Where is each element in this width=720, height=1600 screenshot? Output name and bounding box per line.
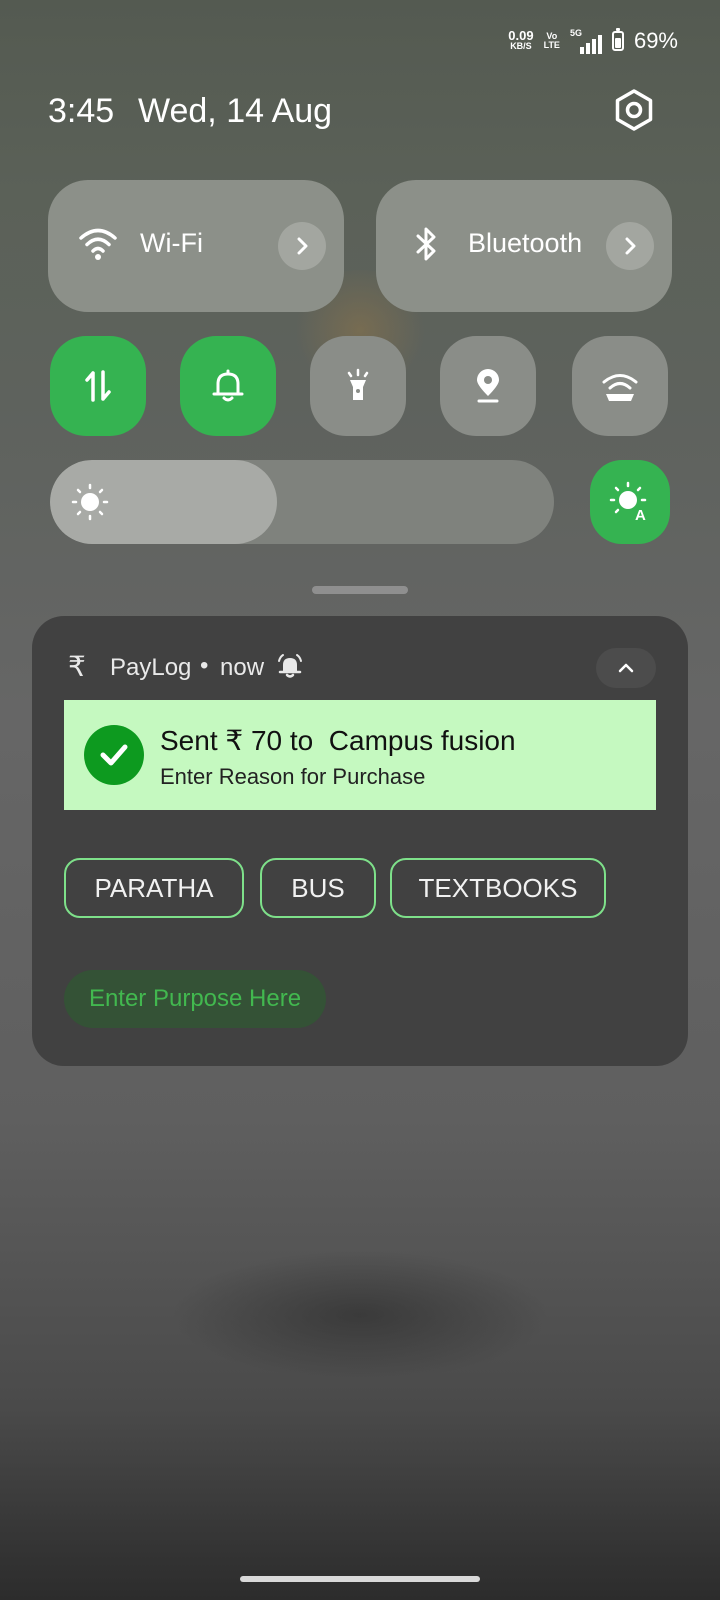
bell-icon	[212, 369, 244, 402]
location-toggle[interactable]	[440, 336, 536, 436]
chevron-right-icon	[297, 237, 308, 255]
brightness-icon	[70, 482, 110, 522]
bluetooth-tile[interactable]: Bluetooth	[376, 180, 672, 312]
bluetooth-icon	[406, 224, 446, 264]
mobile-data-icon	[85, 370, 111, 402]
auto-brightness-icon: A	[609, 481, 647, 524]
wifi-icon	[78, 224, 118, 264]
network-speed-value: 0.09	[508, 28, 534, 43]
home-indicator[interactable]	[240, 1576, 480, 1582]
wifi-label: Wi-Fi	[140, 228, 203, 258]
chip-paratha[interactable]: PARATHA	[64, 858, 244, 918]
battery-icon	[611, 28, 624, 51]
gear-icon[interactable]	[612, 88, 656, 132]
hotspot-toggle[interactable]	[572, 336, 668, 436]
volte-indicator: Vo LTE	[544, 32, 560, 50]
svg-text:A: A	[635, 507, 646, 524]
notification-time: now	[220, 654, 265, 681]
separator-dot: •	[200, 652, 209, 679]
bluetooth-details-button[interactable]	[606, 222, 654, 270]
flashlight-toggle[interactable]	[310, 336, 406, 436]
network-type: 5G	[569, 28, 582, 38]
app-icon: ₹	[68, 651, 86, 682]
notification-card[interactable]: ₹ PayLog • now Sent ₹ 70 to Campus fusio…	[32, 616, 688, 1066]
auto-brightness-toggle[interactable]: A	[590, 460, 670, 544]
network-speed: 0.09 KB/S	[508, 28, 534, 52]
alert-bell-icon	[276, 652, 304, 680]
sound-toggle[interactable]	[180, 336, 276, 436]
chevron-up-icon	[618, 663, 634, 673]
collapse-button[interactable]	[596, 648, 656, 688]
chip-bus[interactable]: BUS	[260, 858, 376, 918]
chip-textbooks[interactable]: TEXTBOOKS	[390, 858, 606, 918]
location-icon	[477, 369, 499, 403]
status-bar: 0.09 KB/S Vo LTE 5G 69%	[508, 26, 678, 56]
hotspot-icon	[602, 374, 638, 401]
clock: 3:45	[48, 92, 115, 130]
volte-bottom: LTE	[543, 40, 560, 50]
notification-subtitle: Enter Reason for Purchase	[160, 764, 426, 789]
wifi-tile[interactable]: Wi-Fi	[48, 180, 344, 312]
wifi-details-button[interactable]	[278, 222, 326, 270]
background-blur	[170, 1250, 550, 1380]
brightness-slider[interactable]	[50, 460, 554, 544]
panel-drag-handle[interactable]	[312, 586, 408, 594]
check-icon	[84, 725, 144, 785]
bluetooth-label: Bluetooth	[468, 228, 583, 258]
battery-percent: 69%	[633, 28, 678, 53]
mobile-data-toggle[interactable]	[50, 336, 146, 436]
chevron-right-icon	[625, 237, 636, 255]
notification-title: Sent ₹ 70 to Campus fusion	[160, 725, 516, 756]
flashlight-icon	[347, 368, 369, 400]
date[interactable]: Wed, 14 Aug	[138, 92, 332, 131]
app-name: PayLog	[110, 654, 192, 681]
network-speed-unit: KB/S	[510, 41, 532, 51]
purpose-input[interactable]: Enter Purpose Here	[64, 970, 326, 1028]
payment-banner[interactable]: Sent ₹ 70 to Campus fusion Enter Reason …	[64, 700, 656, 810]
signal-icon: 5G	[570, 28, 602, 54]
